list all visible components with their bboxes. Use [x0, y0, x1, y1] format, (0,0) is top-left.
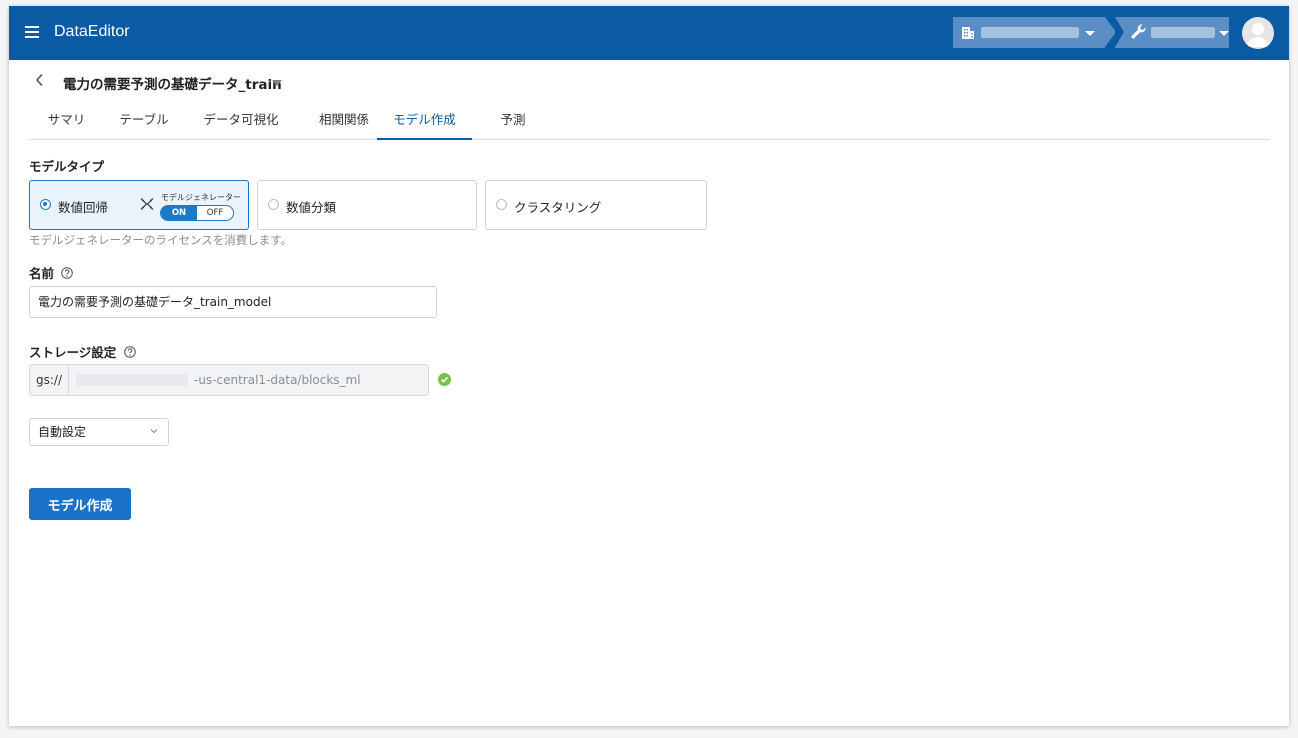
model-type-option-classification[interactable]: 数値分類 — [257, 180, 477, 230]
tab-model-creation[interactable]: モデル作成 — [377, 105, 472, 140]
organization-selector[interactable] — [953, 17, 1116, 48]
building-icon — [962, 27, 974, 39]
license-hint: モデルジェネレーターのライセンスを消費します。 — [29, 233, 293, 247]
radio-selected[interactable] — [40, 199, 51, 210]
app-title: DataEditor — [54, 23, 130, 40]
model-name-input[interactable]: 電力の需要予測の基礎データ_train_model — [29, 286, 437, 318]
dataset-dropdown-caret-icon[interactable] — [272, 80, 282, 86]
option-label: 数値回帰 — [58, 200, 109, 215]
storage-label: ストレージ設定 — [29, 345, 117, 360]
service-name-redacted — [1151, 27, 1215, 38]
model-type-option-clustering[interactable]: クラスタリング — [485, 180, 707, 230]
app-window: DataEditor 電力の需要予測の基礎データ_train サマリ テーブル … — [9, 6, 1289, 726]
storage-mode-select[interactable]: 自動設定 — [29, 418, 169, 446]
model-generator-icon — [140, 198, 154, 210]
wrench-icon — [1131, 24, 1146, 39]
tab-correlation[interactable]: 相関関係 — [301, 105, 387, 138]
tab-prediction[interactable]: 予測 — [483, 105, 543, 138]
storage-path-suffix: -us-central1-data/blocks_ml — [194, 373, 361, 387]
name-field-label: 名前 — [29, 266, 55, 281]
storage-label-row: ストレージ設定 — [29, 342, 136, 361]
storage-prefix: gs:// — [30, 365, 69, 395]
dataset-title[interactable]: 電力の需要予測の基礎データ_train — [63, 73, 282, 93]
top-bar: DataEditor — [9, 6, 1289, 60]
toggle-on-option[interactable]: ON — [161, 206, 197, 220]
storage-path-field: gs:// -us-central1-data/blocks_ml — [29, 364, 429, 396]
model-generator-toggle[interactable]: ON OFF — [160, 205, 234, 221]
service-selector[interactable] — [1115, 17, 1229, 48]
help-circle-icon[interactable] — [61, 267, 74, 279]
name-field-label-row: 名前 — [29, 263, 74, 282]
radio-unselected[interactable] — [496, 199, 507, 210]
chevron-down-icon — [150, 429, 158, 434]
option-label: 数値分類 — [286, 200, 337, 215]
user-avatar-icon[interactable] — [1242, 17, 1274, 49]
tab-data-visualization[interactable]: データ可視化 — [191, 105, 291, 138]
create-model-button[interactable]: モデル作成 — [29, 488, 131, 520]
tab-table[interactable]: テーブル — [110, 105, 178, 138]
service-dropdown-caret-icon — [1219, 31, 1229, 36]
organization-name-redacted — [981, 27, 1079, 38]
back-chevron-icon[interactable] — [34, 73, 46, 87]
model-type-label: モデルタイプ — [29, 159, 105, 174]
check-circle-icon — [438, 373, 451, 386]
toggle-off-option[interactable]: OFF — [197, 206, 233, 220]
hamburger-menu-icon[interactable] — [25, 26, 39, 38]
org-dropdown-caret-icon — [1085, 31, 1095, 36]
tab-bar: サマリ テーブル データ可視化 相関関係 モデル作成 予測 — [29, 105, 1270, 140]
help-circle-icon[interactable] — [123, 346, 136, 358]
storage-bucket-redacted — [76, 374, 188, 386]
tab-summary[interactable]: サマリ — [29, 105, 104, 138]
storage-mode-value: 自動設定 — [38, 425, 87, 439]
model-type-option-regression[interactable]: 数値回帰 モデルジェネレーター ON OFF — [29, 180, 249, 230]
radio-unselected[interactable] — [268, 199, 279, 210]
model-generator-label: モデルジェネレーター — [161, 193, 241, 202]
option-label: クラスタリング — [514, 200, 602, 215]
